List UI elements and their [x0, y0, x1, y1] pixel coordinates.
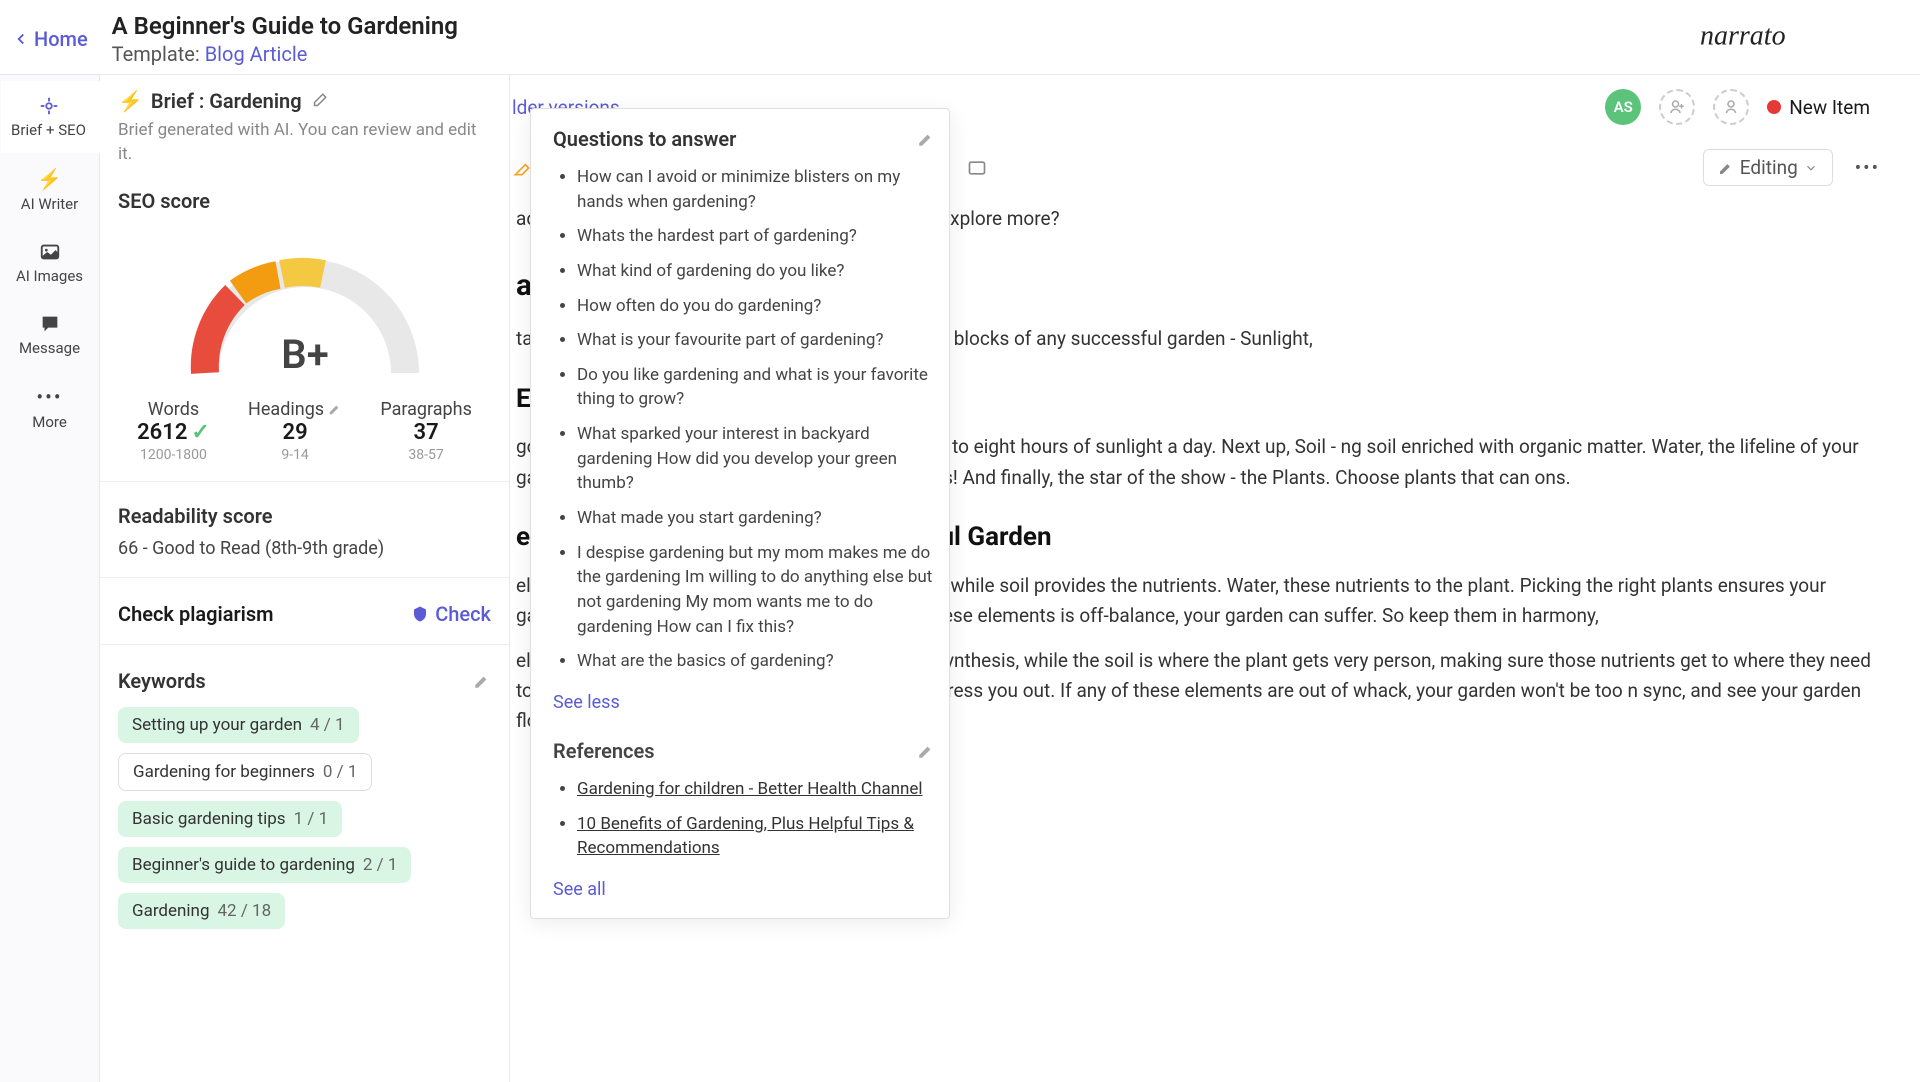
chevron-down-icon — [1804, 161, 1818, 175]
add-collaborator-button[interactable] — [1659, 89, 1695, 125]
headings-label: Headings — [248, 399, 324, 420]
question-item: What kind of gardening do you like? — [577, 259, 935, 284]
keyword-chip[interactable]: Gardening for beginners0 / 1 — [118, 753, 372, 791]
home-link[interactable]: Home — [12, 27, 88, 51]
dots-icon: ••• — [36, 385, 62, 409]
brand-logo: narrato — [1700, 12, 1880, 66]
target-icon — [38, 95, 60, 117]
pencil-icon[interactable] — [917, 130, 935, 148]
reference-item[interactable]: 10 Benefits of Gardening, Plus Helpful T… — [577, 812, 935, 861]
questions-popup: Questions to answer How can I avoid or m… — [530, 108, 950, 919]
pencil-icon[interactable] — [473, 672, 491, 690]
references-title: References — [553, 739, 655, 763]
status-dot-icon — [1767, 100, 1781, 114]
rail-ai-images[interactable]: AI Images — [0, 227, 99, 299]
code-block-button[interactable] — [967, 158, 987, 178]
question-item: What made you start gardening? — [577, 506, 935, 531]
see-all-link[interactable]: See all — [553, 879, 606, 900]
bolt-icon: ⚡ — [37, 167, 62, 191]
rail-brief-seo[interactable]: Brief + SEO — [1, 81, 100, 153]
check-icon: ✓ — [191, 420, 209, 445]
paragraphs-range: 38-57 — [380, 447, 472, 463]
chevron-left-icon — [12, 30, 30, 48]
status-badge[interactable]: New Item — [1767, 96, 1870, 119]
message-icon — [39, 313, 61, 335]
question-item: How can I avoid or minimize blisters on … — [577, 165, 935, 214]
avatar[interactable]: AS — [1605, 89, 1641, 125]
editing-mode-select[interactable]: Editing — [1703, 149, 1833, 186]
question-item: What is your favourite part of gardening… — [577, 328, 935, 353]
brief-subtitle: Brief generated with AI. You can review … — [118, 119, 491, 167]
home-label: Home — [34, 27, 88, 51]
question-item: What are the basics of gardening? — [577, 649, 935, 674]
svg-text:narrato: narrato — [1700, 21, 1786, 52]
headings-range: 9-14 — [248, 447, 342, 463]
reference-item[interactable]: Gardening for children - Better Health C… — [577, 777, 935, 802]
rail-ai-writer[interactable]: ⚡ AI Writer — [0, 153, 99, 227]
highlight-button[interactable] — [512, 158, 532, 178]
template-line: Template: Blog Article — [112, 42, 458, 66]
question-item: How often do you do gardening? — [577, 294, 935, 319]
more-button[interactable]: ••• — [1855, 156, 1880, 179]
words-value: 2612 — [137, 420, 187, 445]
headings-value: 29 — [248, 420, 342, 445]
question-item: What sparked your interest in backyard g… — [577, 422, 935, 496]
user-plus-icon — [1668, 98, 1686, 116]
question-item: I despise gardening but my mom makes me … — [577, 541, 935, 640]
pencil-icon[interactable] — [917, 742, 935, 760]
assign-button[interactable] — [1713, 89, 1749, 125]
seo-score-title: SEO score — [118, 189, 491, 213]
questions-title: Questions to answer — [553, 127, 736, 151]
shield-icon — [411, 605, 429, 623]
plagiarism-check-button[interactable]: Check — [411, 602, 491, 626]
plagiarism-title: Check plagiarism — [118, 602, 274, 626]
words-range: 1200-1800 — [137, 447, 210, 463]
user-icon — [1722, 98, 1740, 116]
keyword-chip[interactable]: Basic gardening tips1 / 1 — [118, 801, 342, 837]
pencil-icon — [1718, 160, 1734, 176]
question-item: Do you like gardening and what is your f… — [577, 363, 935, 412]
keywords-title: Keywords — [118, 669, 206, 693]
svg-text:B+: B+ — [281, 331, 328, 378]
rail-more[interactable]: ••• More — [0, 371, 99, 445]
page-title: A Beginner's Guide to Gardening — [112, 12, 458, 40]
pencil-icon[interactable] — [328, 402, 342, 416]
keyword-chip[interactable]: Beginner's guide to gardening2 / 1 — [118, 847, 411, 883]
see-less-link[interactable]: See less — [553, 692, 620, 713]
template-link[interactable]: Blog Article — [205, 42, 308, 66]
bolt-icon: ⚡ — [118, 89, 143, 113]
seo-gauge: B+ — [118, 223, 491, 393]
question-item: Whats the hardest part of gardening? — [577, 224, 935, 249]
rail-message[interactable]: Message — [0, 299, 99, 371]
paragraphs-value: 37 — [380, 420, 472, 445]
edit-icon[interactable] — [310, 92, 328, 110]
readability-title: Readability score — [118, 504, 491, 528]
keyword-chip[interactable]: Gardening42 / 18 — [118, 893, 285, 929]
readability-value: 66 - Good to Read (8th-9th grade) — [118, 538, 491, 559]
image-icon — [39, 241, 61, 263]
brief-title: Brief : Gardening — [151, 89, 302, 113]
words-label: Words — [137, 399, 210, 420]
paragraphs-label: Paragraphs — [380, 399, 472, 420]
keyword-chip[interactable]: Setting up your garden4 / 1 — [118, 707, 359, 743]
